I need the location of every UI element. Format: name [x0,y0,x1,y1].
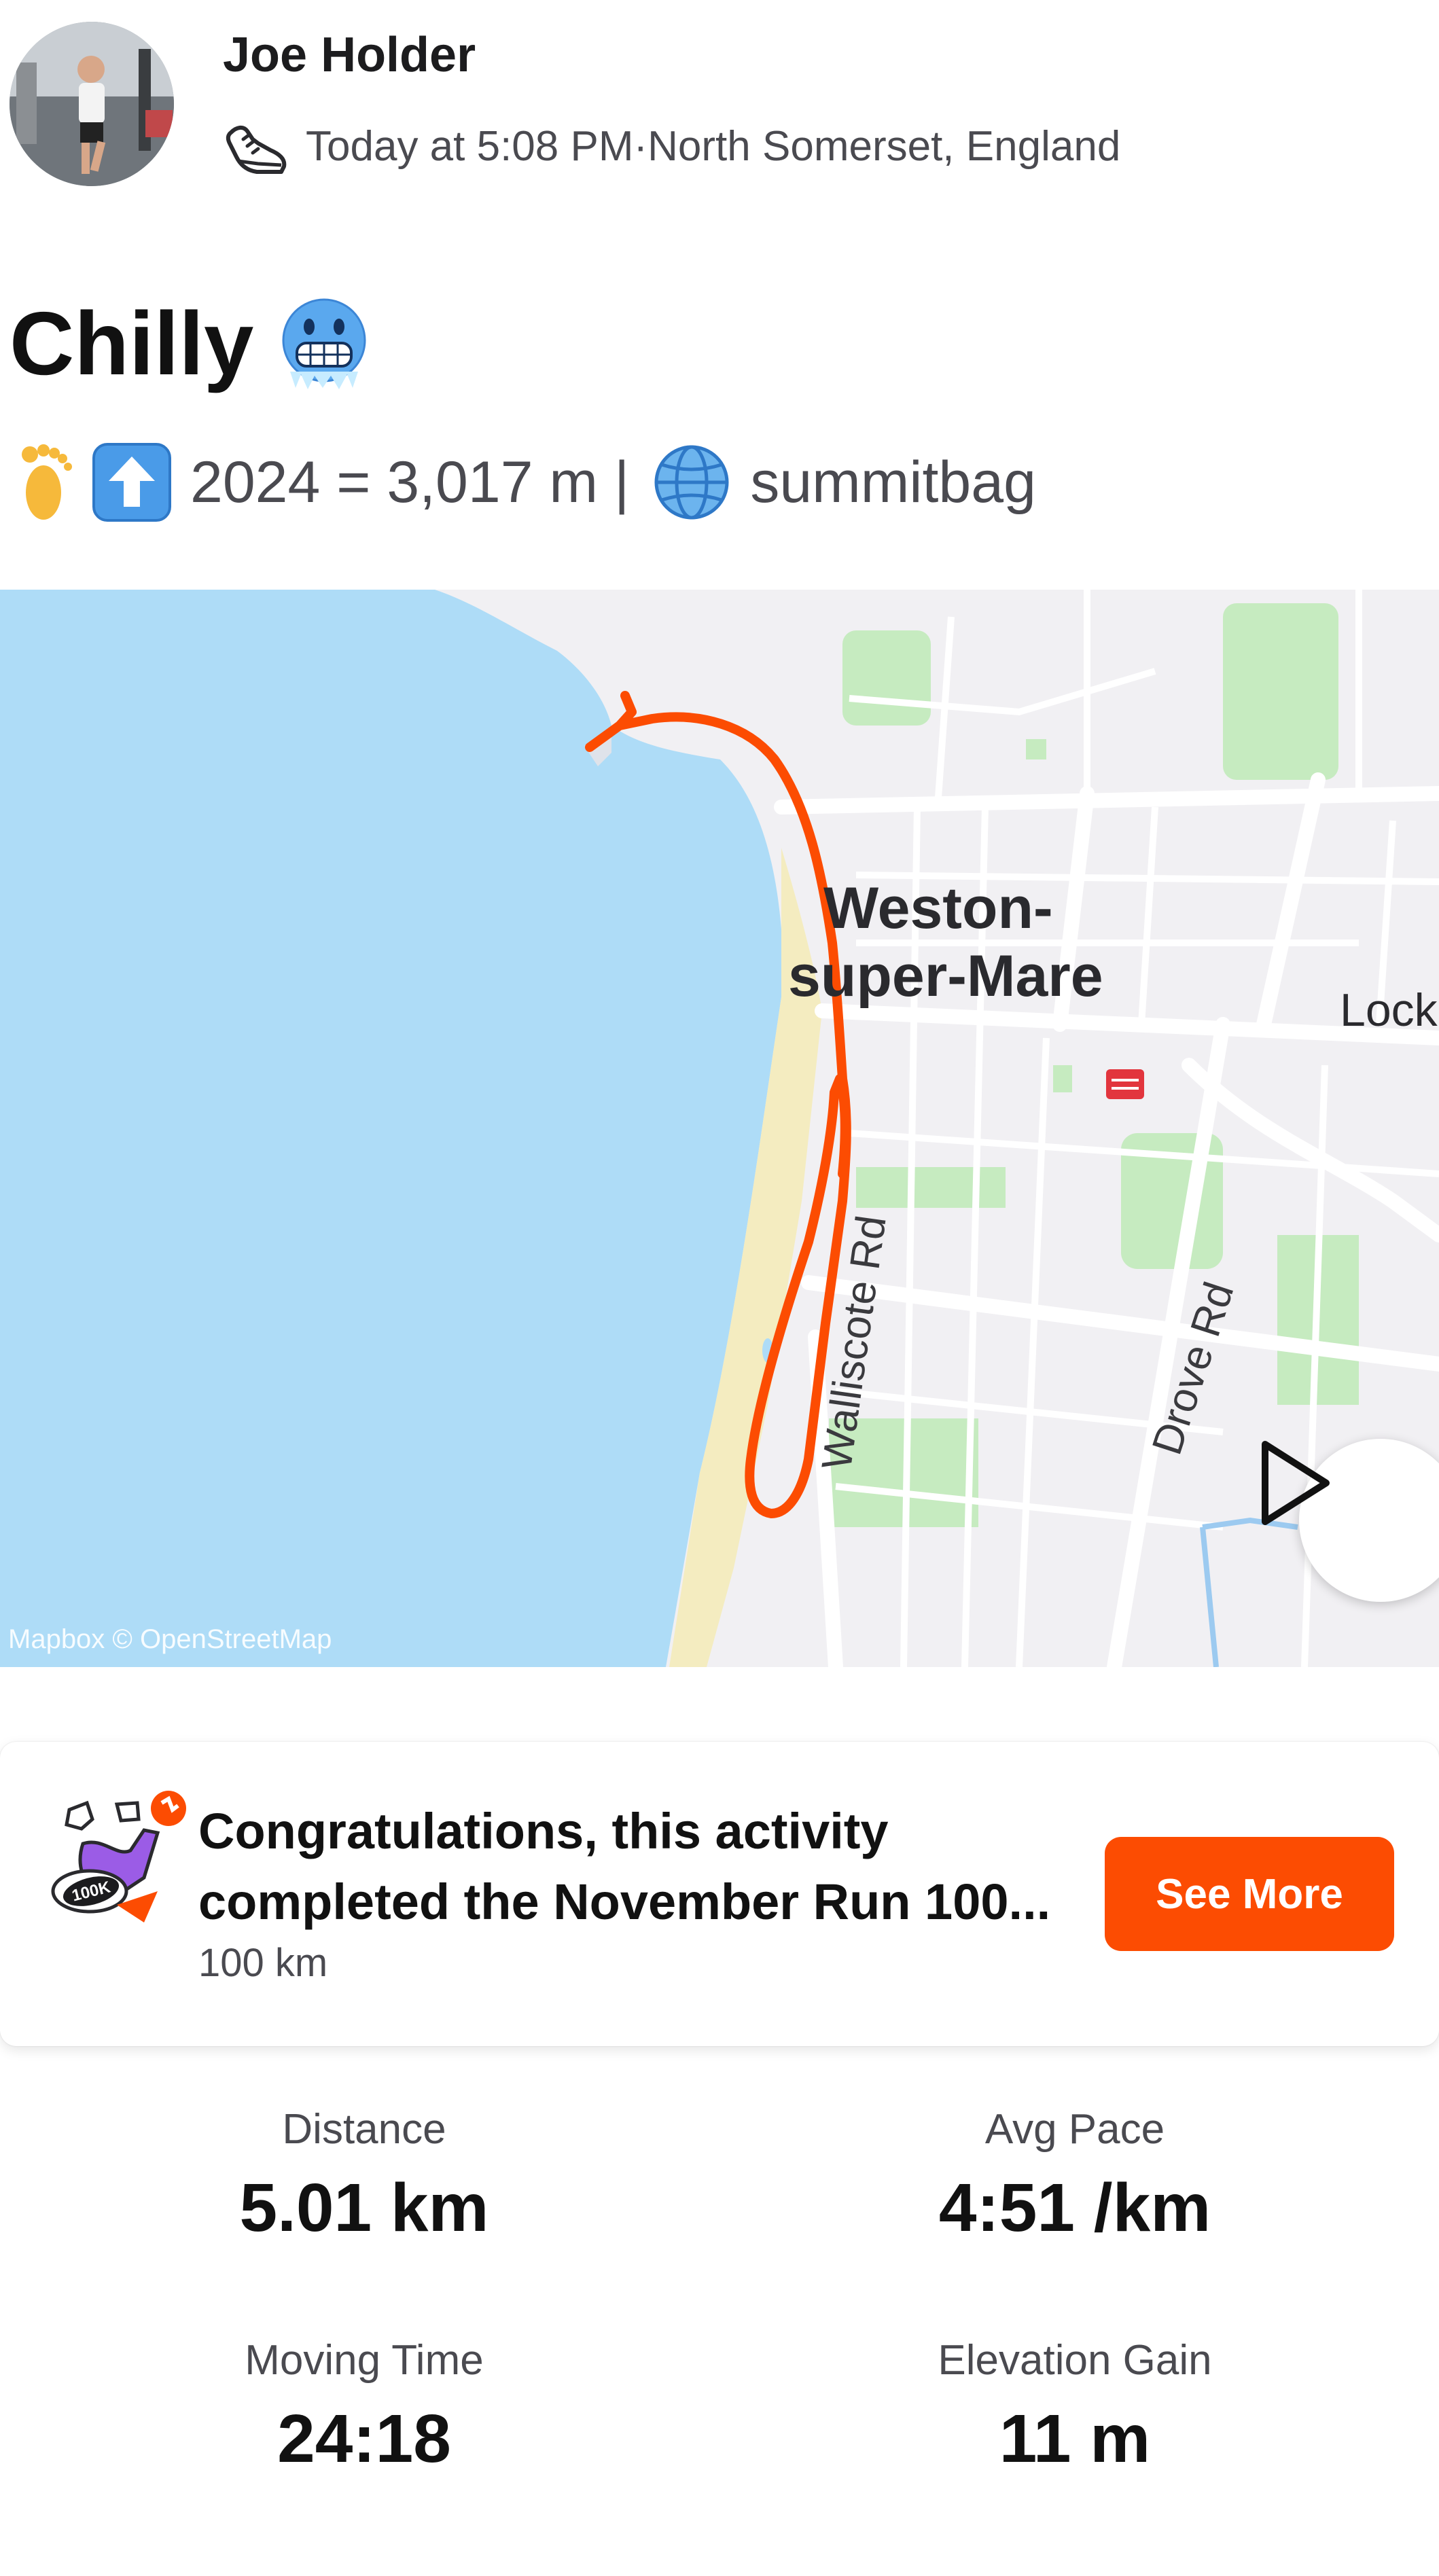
see-more-button[interactable]: See More [1105,1837,1394,1951]
stat-distance: Distance 5.01 km [58,2099,670,2255]
activity-title: Chilly [10,293,254,393]
stat-value: 5.01 km [239,2170,489,2246]
running-shoe-icon [226,126,287,174]
achievement-subtitle: 100 km [198,1941,328,1985]
stat-elevation-gain: Elevation Gain 11 m [769,2330,1381,2486]
globe-icon [654,445,729,520]
play-icon [1262,1441,1330,1525]
achievement-title-line1: Congratulations, this activity [198,1803,889,1859]
challenge-badge-icon: 100K [51,1791,186,1922]
activity-header: Joe Holder Today at 5:08 PM · North Some… [0,0,1439,204]
stat-value: 11 m [999,2401,1151,2477]
activity-timestamp: Today at 5:08 PM [306,122,634,170]
up-arrow-icon [92,443,171,522]
route-map[interactable]: Weston- super-Mare Lock Walliscote Rd Dr… [0,590,1439,1667]
stat-moving-time: Moving Time 24:18 [58,2330,670,2486]
description-app-text[interactable]: summitbag [750,449,1036,516]
activity-title-row: Chilly [10,285,372,401]
activity-page: Joe Holder Today at 5:08 PM · North Some… [0,0,1439,2576]
activity-description: 2024 = 3,017 m | summitbag [10,435,1036,530]
achievement-card[interactable]: 100K Congratulations, this activity comp… [0,1742,1439,2046]
footprint-icon [22,444,72,520]
map-attribution[interactable]: Mapbox © OpenStreetMap [8,1624,332,1655]
activity-stats: Distance 5.01 km Avg Pace 4:51 /km Movin… [0,2099,1439,2561]
cold-face-icon [282,298,366,389]
activity-location: North Somerset, England [647,122,1121,170]
activity-meta: Today at 5:08 PM · North Somerset, Engla… [223,109,1120,183]
stat-avg-pace: Avg Pace 4:51 /km [769,2099,1381,2255]
stat-value: 4:51 /km [938,2170,1211,2246]
achievement-title: Congratulations, this activity completed… [198,1796,1095,1937]
map-town-label-line2: super-Mare [788,944,1103,1009]
avatar[interactable] [10,22,174,186]
achievement-title-line2: completed the November Run 100... [198,1874,1051,1930]
description-elevation-text: 2024 = 3,017 m | [190,449,630,515]
athlete-name[interactable]: Joe Holder [223,27,476,83]
meta-separator: · [633,122,648,170]
stat-value: 24:18 [277,2401,451,2477]
map-edge-label: Lock [1340,984,1438,1036]
map-town-label-line1: Weston- [823,876,1053,941]
map-canvas [0,590,1439,1667]
stat-label: Moving Time [245,2337,484,2384]
stat-label: Elevation Gain [938,2337,1212,2384]
stat-label: Avg Pace [984,2106,1165,2153]
stat-label: Distance [282,2106,446,2153]
